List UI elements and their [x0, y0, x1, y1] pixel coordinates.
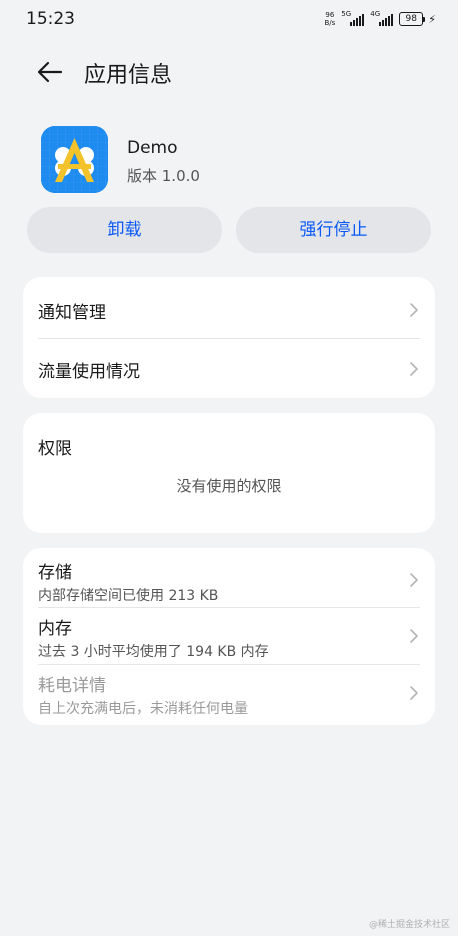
- app-icon: [41, 126, 108, 193]
- watermark: @稀土掘金技术社区: [368, 920, 450, 930]
- data-usage-item[interactable]: 流量使用情况: [23, 339, 435, 398]
- notification-management-label: 通知管理: [38, 303, 106, 323]
- power-usage-title: 耗电详情: [38, 676, 106, 696]
- status-icons: 96 B/s 5G 4G 98 ⚡: [324, 10, 436, 27]
- permissions-card: 权限 没有使用的权限: [23, 413, 435, 533]
- status-bar: 15:23 96 B/s 5G 4G 98 ⚡: [0, 0, 458, 38]
- sim1-network-tag: 5G: [341, 10, 352, 18]
- memory-title: 内存: [38, 619, 72, 639]
- usage-card: 存储 内部存储空间已使用 213 KB 内存 过去 3 小时平均使用了 194 …: [23, 548, 435, 725]
- storage-subtitle: 内部存储空间已使用 213 KB: [38, 588, 219, 604]
- charging-icon: ⚡: [428, 12, 436, 26]
- signal-sim1-icon: 5G: [341, 10, 365, 26]
- app-info: Demo 版本 1.0.0: [41, 126, 421, 194]
- notification-management-item[interactable]: 通知管理: [23, 277, 435, 338]
- storage-item[interactable]: 存储 内部存储空间已使用 213 KB: [23, 548, 435, 607]
- battery-level: 98: [399, 12, 424, 26]
- app-logo-icon: [41, 126, 108, 193]
- chevron-right-icon: [410, 362, 418, 376]
- permissions-title: 权限: [38, 439, 72, 459]
- header: 应用信息: [0, 50, 458, 94]
- power-usage-item[interactable]: 耗电详情 自上次充满电后，未消耗任何电量: [23, 665, 435, 725]
- uninstall-button[interactable]: 卸载: [27, 207, 222, 253]
- data-usage-label: 流量使用情况: [38, 362, 140, 382]
- back-arrow-icon: [37, 61, 63, 83]
- status-time: 15:23: [26, 9, 75, 29]
- app-name: Demo: [127, 138, 178, 158]
- power-usage-subtitle: 自上次充满电后，未消耗任何电量: [38, 701, 248, 717]
- memory-item[interactable]: 内存 过去 3 小时平均使用了 194 KB 内存: [23, 608, 435, 664]
- permissions-empty-text: 没有使用的权限: [176, 477, 282, 495]
- chevron-right-icon: [410, 573, 418, 587]
- page-title: 应用信息: [84, 63, 173, 88]
- net-speed-unit: B/s: [324, 19, 336, 27]
- settings-card: 通知管理 流量使用情况: [23, 277, 435, 398]
- chevron-right-icon: [410, 303, 418, 317]
- storage-title: 存储: [38, 563, 72, 583]
- force-stop-button[interactable]: 强行停止: [236, 207, 431, 253]
- net-speed-value: 96: [325, 11, 335, 19]
- sim2-network-tag: 4G: [370, 10, 381, 18]
- chevron-right-icon: [410, 686, 418, 700]
- battery-icon: 98 ⚡: [399, 12, 436, 26]
- app-version: 版本 1.0.0: [127, 167, 200, 185]
- net-speed: 96 B/s: [324, 11, 335, 27]
- signal-sim2-icon: 4G: [370, 10, 394, 26]
- back-button[interactable]: [34, 58, 66, 86]
- chevron-right-icon: [410, 629, 418, 643]
- memory-subtitle: 过去 3 小时平均使用了 194 KB 内存: [38, 644, 269, 660]
